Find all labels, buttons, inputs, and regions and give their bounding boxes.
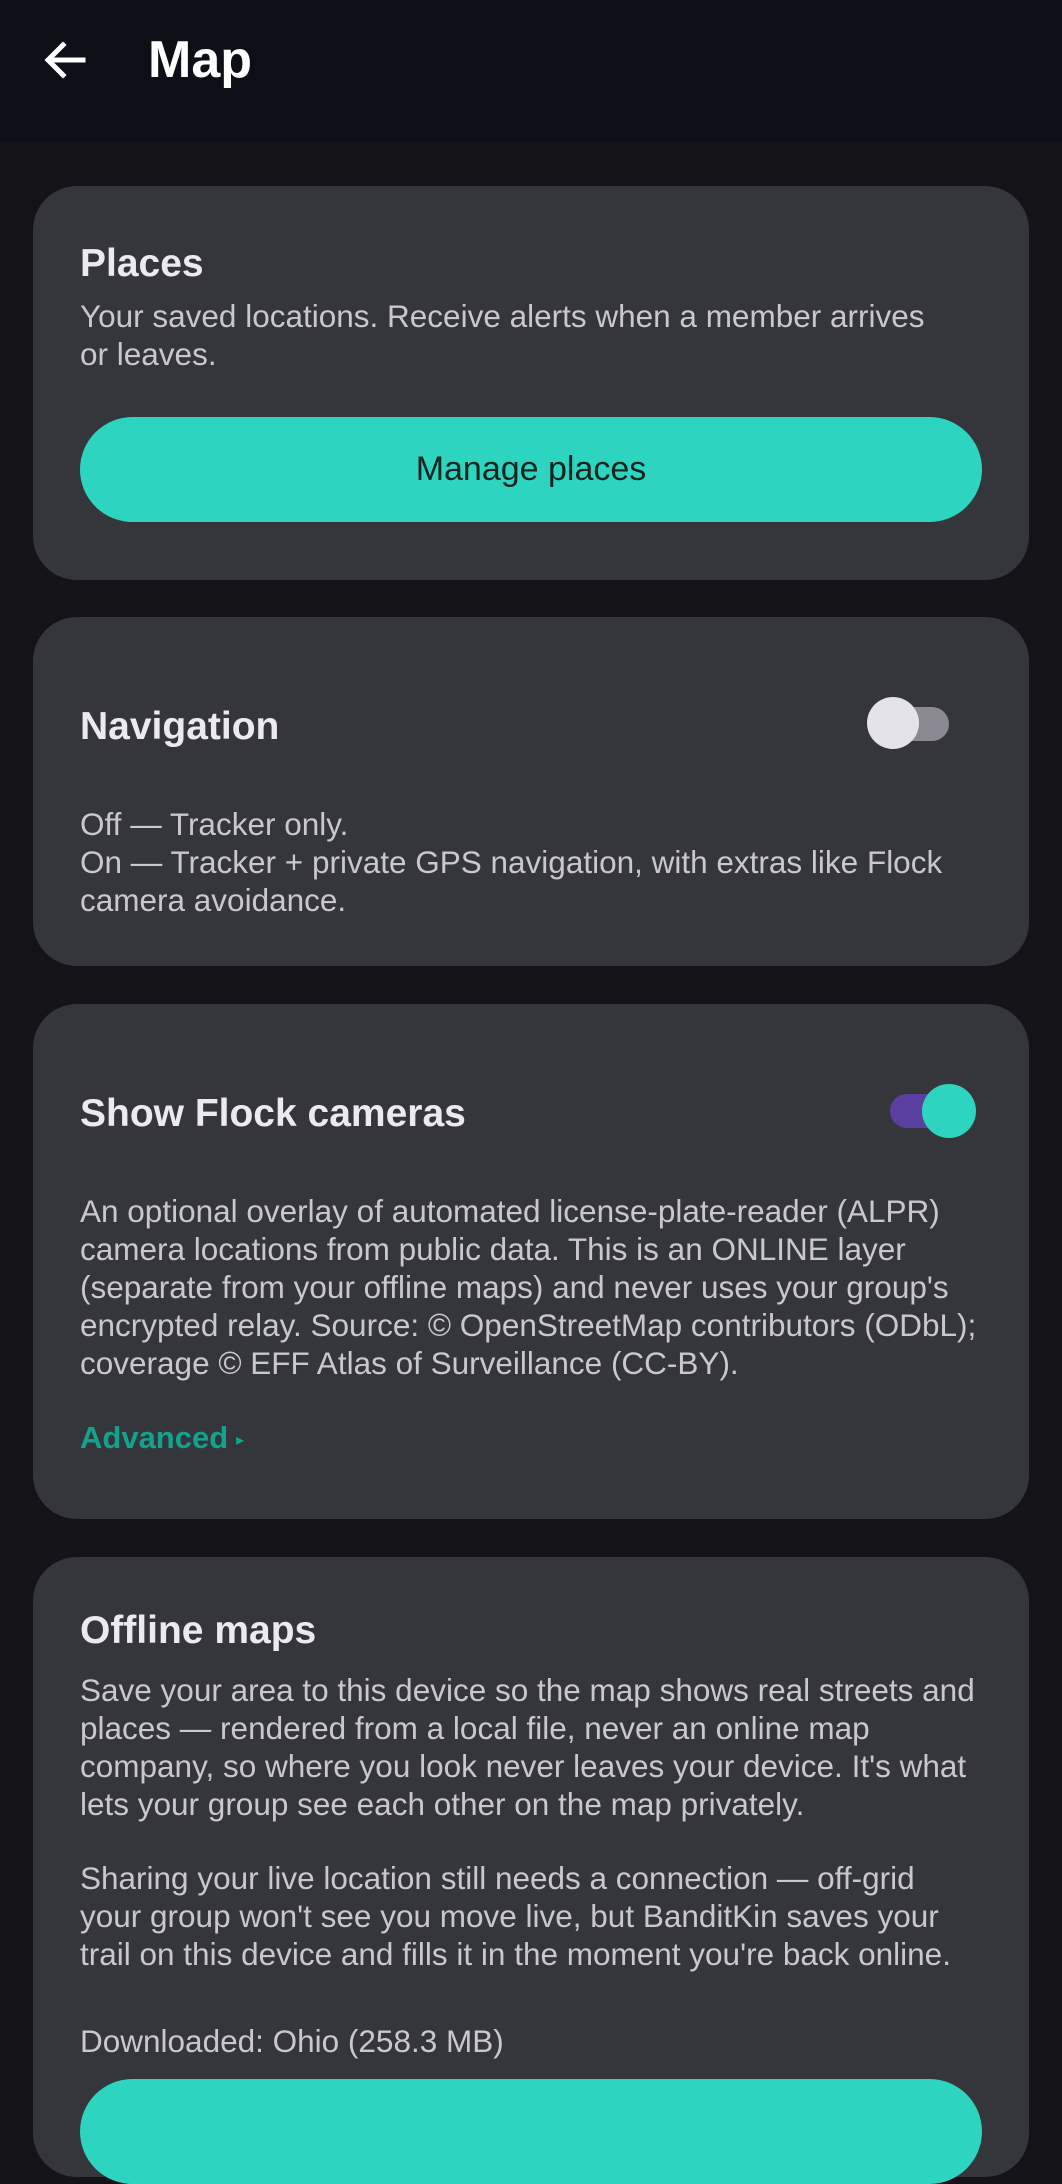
back-button[interactable] (30, 25, 100, 95)
places-description: Your saved locations. Receive alerts whe… (80, 298, 925, 372)
navigation-title: Navigation (80, 705, 280, 748)
navigation-toggle[interactable] (865, 697, 955, 751)
arrow-left-icon (44, 41, 86, 79)
flock-cameras-description: An optional overlay of automated license… (80, 1193, 977, 1381)
app-bar: Map (0, 0, 1062, 142)
offline-maps-paragraph-2: Sharing your live location still needs a… (80, 1860, 951, 1972)
places-card: Places Your saved locations. Receive ale… (33, 186, 1029, 580)
flock-cameras-card: Show Flock cameras An optional overlay o… (33, 1004, 1029, 1519)
page-title: Map (148, 31, 252, 89)
navigation-card: Navigation Off — Tracker only. On — Trac… (33, 617, 1029, 966)
navigation-on-text: On — Tracker + private GPS navigation, w… (80, 844, 943, 918)
places-title: Places (80, 242, 204, 285)
downloaded-status: Downloaded: Ohio (258.3 MB) (80, 2023, 504, 2059)
flock-cameras-title: Show Flock cameras (80, 1092, 466, 1135)
offline-maps-card: Offline maps Save your area to this devi… (33, 1557, 1029, 2184)
navigation-toggle-thumb (867, 697, 919, 749)
navigation-off-text: Off — Tracker only. (80, 806, 349, 842)
offline-maps-action-button[interactable] (80, 2079, 982, 2184)
offline-maps-paragraph-1: Save your area to this device so the map… (80, 1672, 975, 1822)
advanced-link[interactable]: Advanced ▸ (80, 1420, 244, 1456)
manage-places-button[interactable]: Manage places (80, 417, 982, 522)
offline-maps-title: Offline maps (80, 1609, 317, 1652)
flock-cameras-toggle[interactable] (888, 1084, 988, 1138)
advanced-label: Advanced (80, 1420, 229, 1455)
caret-right-icon: ▸ (236, 1431, 245, 1449)
flock-cameras-toggle-thumb (922, 1084, 976, 1138)
